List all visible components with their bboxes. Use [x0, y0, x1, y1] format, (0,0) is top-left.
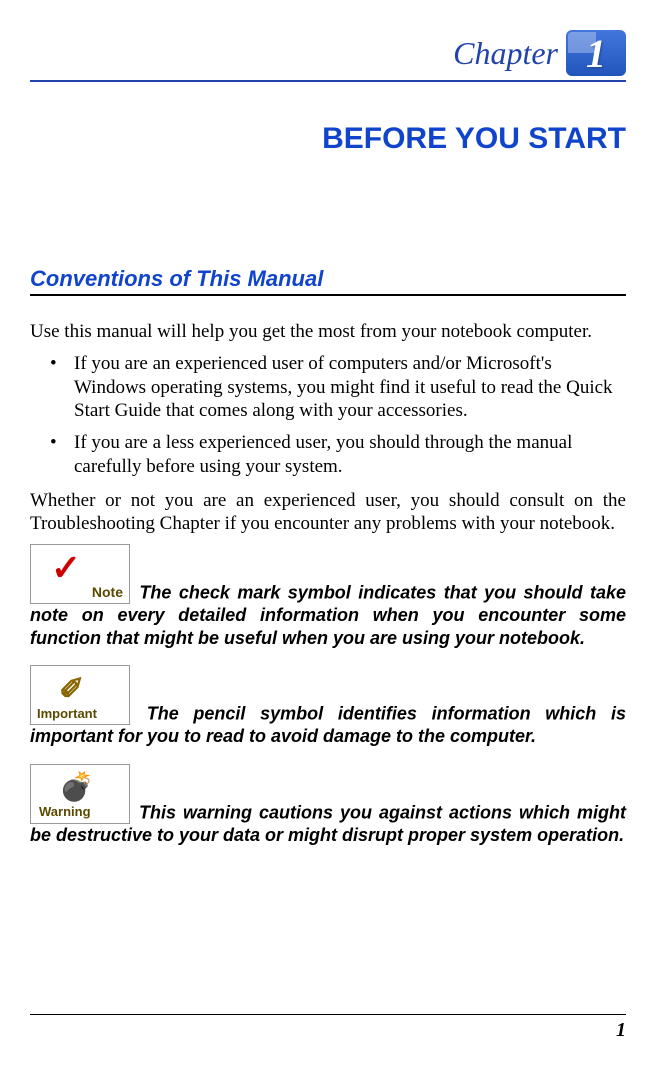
title-divider: [30, 80, 626, 82]
note-callout: The check mark symbol indicates that you…: [30, 544, 626, 649]
section-divider: [30, 294, 626, 296]
chapter-label: Chapter: [453, 35, 558, 72]
important-callout: The pencil symbol identifies information…: [30, 665, 626, 748]
footer-divider: [30, 1014, 626, 1015]
warning-callout: This warning cautions you against action…: [30, 764, 626, 847]
page-title: BEFORE YOU START: [30, 122, 626, 156]
chapter-number: 1: [586, 30, 606, 77]
chapter-badge: 1: [566, 30, 626, 76]
list-item: If you are a less experienced user, you …: [30, 431, 626, 479]
page-number: 1: [30, 1019, 626, 1042]
page-footer: 1: [30, 1014, 626, 1042]
section-heading: Conventions of This Manual: [30, 266, 626, 292]
body-paragraph: Whether or not you are an experienced us…: [30, 489, 626, 537]
note-icon: [30, 544, 130, 604]
important-icon: [30, 665, 130, 725]
chapter-header: Chapter 1: [30, 30, 626, 76]
intro-paragraph: Use this manual will help you get the mo…: [30, 320, 626, 344]
warning-icon: [30, 764, 130, 824]
bullet-list: If you are an experienced user of comput…: [30, 352, 626, 479]
list-item: If you are an experienced user of comput…: [30, 352, 626, 423]
